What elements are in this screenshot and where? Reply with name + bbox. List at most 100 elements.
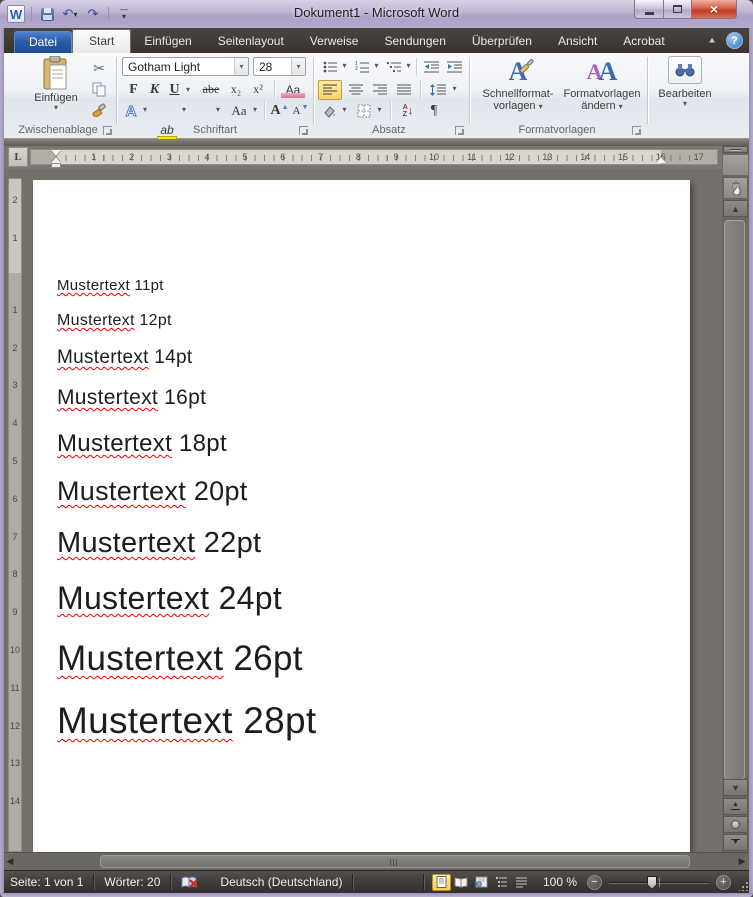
change-case-caret-icon[interactable]: ▾ (250, 106, 260, 114)
shading-button[interactable] (318, 101, 340, 121)
font-size-combo[interactable]: 28 ▾ (253, 57, 306, 76)
zoom-slider[interactable] (609, 875, 709, 890)
tab-einfgen[interactable]: Einfügen (131, 30, 204, 53)
clear-formatting-button[interactable]: Aa (280, 80, 306, 99)
help-icon[interactable]: ? (726, 32, 743, 49)
bold-button[interactable]: F (124, 80, 143, 99)
change-case-button[interactable]: Aa (228, 101, 250, 121)
pilcrow-button[interactable]: ¶ (424, 101, 444, 121)
multilevel-list-button[interactable] (384, 58, 404, 76)
font-dialog-launcher-icon[interactable] (299, 126, 308, 135)
increase-indent-button[interactable] (444, 58, 465, 76)
font-name-dropdown-icon[interactable]: ▾ (234, 58, 248, 75)
scroll-up-button[interactable]: ▲ (723, 200, 748, 217)
scroll-right-button[interactable]: ▶ (734, 854, 750, 869)
horizontal-ruler[interactable]: 1 2 3 4 5 6 7 8 9 10 11 12 13 14 15 16 17 (30, 149, 718, 168)
numbering-button[interactable]: 12 (352, 58, 372, 76)
scroll-down-button[interactable]: ▼ (723, 779, 748, 796)
font-size-dropdown-icon[interactable]: ▾ (291, 58, 305, 75)
subscript-button[interactable]: x₂ (226, 80, 246, 99)
change-styles-button[interactable]: AA Formatvorlagen ändern ▾ (560, 56, 644, 122)
next-page-button[interactable]: ▼ (723, 834, 748, 851)
tab-start[interactable]: Start (72, 29, 132, 53)
proofing-status-button[interactable] (171, 875, 210, 890)
clipboard-dialog-launcher-icon[interactable] (103, 126, 112, 135)
align-center-button[interactable] (345, 80, 367, 100)
tab-sendungen[interactable]: Sendungen (371, 30, 458, 53)
split-window-handle[interactable] (723, 146, 748, 153)
view-draft-button[interactable] (512, 874, 531, 891)
hand-tool-button[interactable] (723, 177, 748, 199)
resize-grip[interactable] (739, 881, 749, 891)
zoom-out-button[interactable]: − (587, 874, 602, 890)
view-outline-button[interactable] (492, 874, 511, 891)
paragraph-dialog-launcher-icon[interactable] (455, 126, 464, 135)
strikethrough-button[interactable]: abe (198, 80, 224, 99)
language-status[interactable]: Deutsch (Deutschland) (210, 875, 352, 889)
text-effects-button[interactable]: A (122, 101, 140, 121)
editing-button[interactable]: Bearbeiten ▾ (654, 56, 716, 122)
zoom-slider-handle[interactable] (647, 875, 657, 889)
word-count-status[interactable]: Wörter: 20 (94, 875, 170, 889)
zoom-percentage[interactable]: 100 % (543, 875, 577, 889)
line-spacing-caret-icon[interactable]: ▾ (450, 85, 459, 93)
collapse-ribbon-icon[interactable]: ▲ (707, 36, 717, 45)
line-spacing-button[interactable] (426, 80, 450, 100)
maximize-button[interactable] (664, 0, 691, 19)
grow-font-button[interactable]: A ▲ (270, 101, 289, 121)
superscript-button[interactable]: x² (248, 80, 268, 99)
view-fullscreen-reading-button[interactable] (452, 874, 471, 891)
numbering-caret-icon[interactable]: ▾ (372, 62, 381, 70)
borders-caret-icon[interactable]: ▾ (375, 106, 384, 114)
align-left-button[interactable] (318, 80, 342, 100)
justify-button[interactable] (393, 80, 415, 100)
tab-datei[interactable]: Datei (14, 31, 73, 53)
align-right-button[interactable] (369, 80, 391, 100)
minimize-button[interactable] (634, 0, 664, 19)
highlight-caret-icon[interactable]: ▾ (179, 106, 189, 114)
copy-button[interactable] (88, 79, 110, 99)
select-browse-object-button[interactable] (723, 816, 748, 833)
underline-caret-icon[interactable]: ▾ (183, 85, 193, 95)
tab-seitenlayout[interactable]: Seitenlayout (205, 30, 297, 53)
horizontal-scroll-thumb[interactable] (100, 855, 690, 868)
document-page[interactable]: Mustertext 11pt Mustertext 12pt Mustertext… (33, 180, 690, 852)
cut-button[interactable]: ✂ (88, 58, 110, 78)
previous-page-button[interactable]: ▲ (723, 798, 748, 815)
multilevel-caret-icon[interactable]: ▾ (404, 62, 413, 70)
view-print-layout-button[interactable] (431, 873, 451, 891)
left-indent-marker[interactable] (51, 163, 61, 168)
right-indent-marker[interactable] (656, 157, 666, 163)
tab-ansicht[interactable]: Ansicht (545, 30, 610, 53)
zoom-in-button[interactable]: + (716, 874, 731, 890)
v-ruler-number: 14 (9, 796, 20, 807)
vertical-ruler[interactable]: 2 1 1 2 3 4 5 6 7 8 9 10 11 12 13 14 (8, 178, 22, 852)
tab-acrobat[interactable]: Acrobat (610, 30, 677, 53)
first-line-indent-marker[interactable] (51, 150, 61, 156)
decrease-indent-button[interactable] (421, 58, 442, 76)
tab-selector-button[interactable]: L (8, 147, 28, 167)
shading-caret-icon[interactable]: ▾ (340, 106, 349, 114)
tab-verweise[interactable]: Verweise (297, 30, 372, 53)
quick-styles-button[interactable]: A Schnellformat- vorlagen ▾ (476, 56, 560, 122)
tab-berprfen[interactable]: Überprüfen (459, 30, 545, 53)
paste-button[interactable]: Einfügen ▾ (28, 56, 84, 122)
vertical-scroll-thumb[interactable] (724, 220, 745, 780)
view-web-layout-button[interactable] (472, 874, 491, 891)
font-color-caret-icon[interactable]: ▾ (213, 106, 223, 114)
close-button[interactable]: × (691, 0, 737, 19)
font-name-combo[interactable]: Gotham Light ▾ (122, 57, 249, 76)
italic-button[interactable]: K (145, 80, 164, 99)
styles-dialog-launcher-icon[interactable] (632, 126, 641, 135)
shrink-font-button[interactable]: A ▼ (291, 101, 310, 121)
bullets-caret-icon[interactable]: ▾ (340, 62, 349, 70)
underline-button[interactable]: U (166, 80, 183, 99)
page-status[interactable]: Seite: 1 von 1 (0, 875, 93, 889)
text-effects-caret-icon[interactable]: ▾ (140, 106, 150, 114)
close-icon: × (709, 1, 719, 17)
sort-button[interactable]: AZ ↓ (396, 101, 420, 121)
scroll-left-button[interactable]: ◀ (2, 854, 18, 869)
borders-button[interactable] (353, 101, 375, 121)
bullets-button[interactable] (320, 58, 340, 76)
format-painter-button[interactable] (88, 100, 110, 120)
